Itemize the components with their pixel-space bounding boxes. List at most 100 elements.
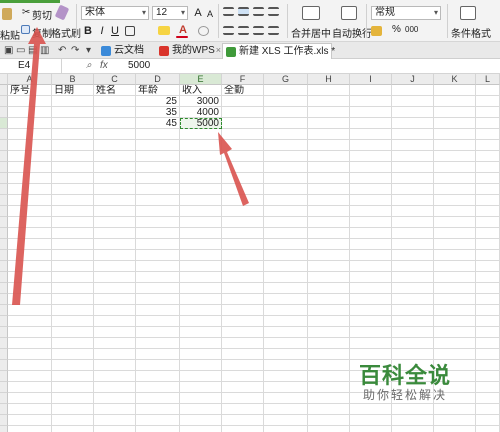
grid-cell[interactable] (308, 195, 350, 206)
grid-cell[interactable] (8, 327, 52, 338)
grid-cell[interactable] (434, 217, 476, 228)
grid-cell[interactable] (94, 415, 136, 426)
grid-cell[interactable] (308, 118, 350, 129)
grid-cell[interactable] (350, 85, 392, 96)
grid-cell[interactable] (476, 140, 500, 151)
grid-cell[interactable] (392, 283, 434, 294)
grid-cell[interactable] (392, 173, 434, 184)
row-header[interactable] (0, 107, 8, 118)
grid-cell[interactable] (52, 426, 94, 432)
row-header[interactable] (0, 327, 8, 338)
grid-cell[interactable] (8, 107, 52, 118)
row-header[interactable] (0, 195, 8, 206)
grid-cell[interactable] (434, 228, 476, 239)
grid-cell[interactable] (222, 393, 264, 404)
grid-cell[interactable] (476, 305, 500, 316)
grid-cell[interactable] (8, 239, 52, 250)
name-box[interactable]: E4 (0, 59, 62, 73)
fx-button[interactable]: fx (100, 59, 108, 73)
grid-cell[interactable] (264, 371, 308, 382)
grid-cell[interactable] (222, 239, 264, 250)
grid-cell[interactable] (434, 261, 476, 272)
grid-cell[interactable] (180, 426, 222, 432)
grid-cell[interactable] (476, 426, 500, 432)
grid-cell[interactable] (392, 250, 434, 261)
grid-cell[interactable] (94, 294, 136, 305)
column-header-h[interactable]: H (308, 74, 350, 85)
grid-cell[interactable] (434, 206, 476, 217)
grid-cell[interactable] (308, 206, 350, 217)
grid-cell[interactable] (8, 228, 52, 239)
grid-cell[interactable] (94, 129, 136, 140)
column-header-l[interactable]: L (476, 74, 500, 85)
row-header[interactable] (0, 305, 8, 316)
column-header-i[interactable]: I (350, 74, 392, 85)
row-header[interactable] (0, 393, 8, 404)
grid-cell[interactable] (94, 184, 136, 195)
grid-cell[interactable] (8, 404, 52, 415)
grid-cell[interactable] (264, 283, 308, 294)
grid-cell[interactable] (434, 162, 476, 173)
grid-cell[interactable] (180, 404, 222, 415)
grid-cell[interactable]: 姓名 (94, 85, 136, 96)
grid-cell[interactable] (136, 305, 180, 316)
grid-cell[interactable] (8, 338, 52, 349)
cut-icon[interactable]: ✂ (22, 7, 30, 18)
grid-cell[interactable] (434, 415, 476, 426)
grid-cell[interactable]: 年龄 (136, 85, 180, 96)
row-header[interactable] (0, 118, 8, 129)
grid-cell[interactable] (52, 228, 94, 239)
grid-cell[interactable] (222, 151, 264, 162)
grid-cell[interactable] (180, 162, 222, 173)
print-icon[interactable]: ▤ (28, 45, 37, 56)
grid-cell[interactable] (222, 294, 264, 305)
grid-cell[interactable] (222, 184, 264, 195)
grid-cell[interactable] (350, 118, 392, 129)
grid-cell[interactable] (308, 250, 350, 261)
decrease-font-button[interactable]: A (203, 7, 217, 21)
grid-cell[interactable] (8, 382, 52, 393)
grid-cell[interactable]: 3000 (180, 96, 222, 107)
grid-cell[interactable] (264, 349, 308, 360)
grid-cell[interactable] (222, 217, 264, 228)
grid-cell[interactable] (52, 294, 94, 305)
grid-cell[interactable] (434, 294, 476, 305)
grid-cell[interactable] (222, 349, 264, 360)
paste-icon[interactable] (2, 8, 12, 20)
grid-cell[interactable] (136, 404, 180, 415)
grid-cell[interactable] (136, 250, 180, 261)
grid-cell[interactable] (222, 173, 264, 184)
grid-cell[interactable] (476, 415, 500, 426)
grid-cell[interactable] (350, 195, 392, 206)
grid-cell[interactable] (180, 129, 222, 140)
grid-cell[interactable] (476, 206, 500, 217)
grid-cell[interactable] (136, 382, 180, 393)
grid-cell[interactable] (52, 206, 94, 217)
grid-cell[interactable] (180, 184, 222, 195)
tab-active-workbook[interactable]: 新建 XLS 工作表.xls * (222, 43, 335, 59)
bold-button[interactable]: B (81, 24, 95, 38)
grid-cell[interactable] (52, 195, 94, 206)
row-header[interactable] (0, 228, 8, 239)
grid-cell[interactable] (392, 85, 434, 96)
row-header[interactable] (0, 239, 8, 250)
grid-cell[interactable] (264, 327, 308, 338)
row-header[interactable] (0, 382, 8, 393)
grid-cell[interactable] (264, 426, 308, 432)
row-header[interactable] (0, 283, 8, 294)
grid-cell[interactable] (350, 305, 392, 316)
grid-cell[interactable] (476, 217, 500, 228)
grid-cell[interactable] (434, 195, 476, 206)
align-middle-icon[interactable] (238, 7, 249, 16)
column-header-k[interactable]: K (434, 74, 476, 85)
percent-button[interactable]: % (392, 24, 401, 35)
preview-icon[interactable]: ▥ (40, 45, 49, 56)
grid-cell[interactable] (94, 360, 136, 371)
grid-cell[interactable] (350, 261, 392, 272)
grid-cell[interactable] (8, 360, 52, 371)
grid-cell[interactable] (8, 162, 52, 173)
grid-cell[interactable] (350, 184, 392, 195)
grid-cell[interactable] (392, 316, 434, 327)
grid-cell[interactable] (392, 107, 434, 118)
row-header[interactable] (0, 360, 8, 371)
